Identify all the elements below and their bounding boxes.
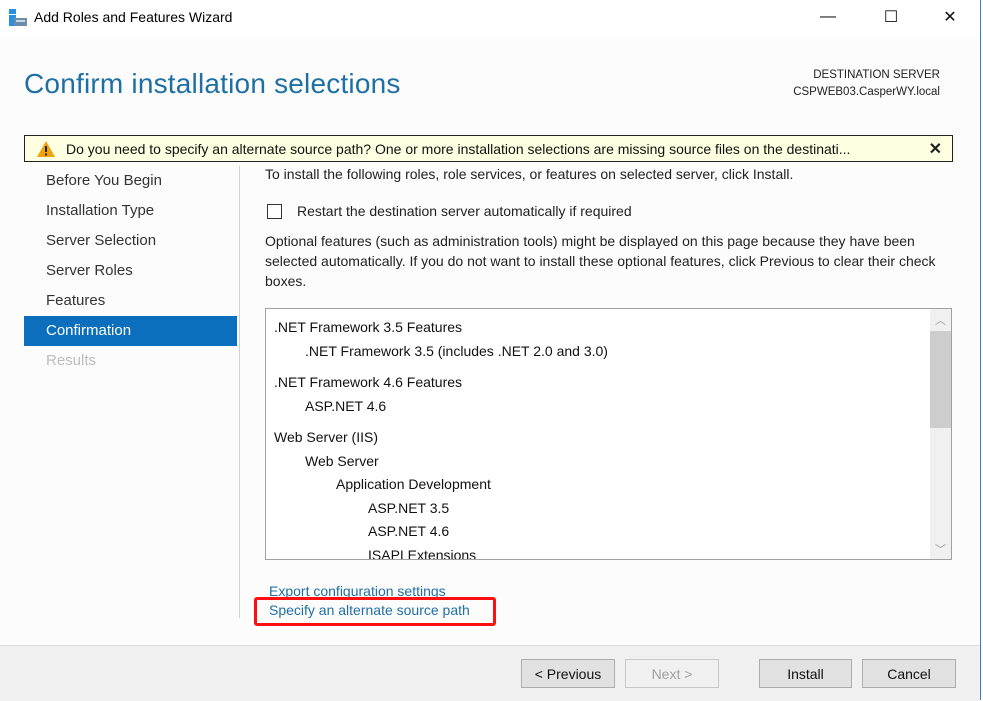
highlight-annotation	[254, 597, 496, 626]
restart-option[interactable]: Restart the destination server automatic…	[267, 203, 632, 219]
warning-text: Do you need to specify an alternate sour…	[66, 141, 851, 157]
restart-checkbox[interactable]	[267, 203, 282, 219]
list-item: .NET Framework 3.5 Features	[274, 319, 463, 335]
scroll-thumb[interactable]	[930, 331, 951, 428]
destination-label: DESTINATION SERVER	[813, 69, 940, 81]
nav-item-features[interactable]: Features	[24, 286, 237, 316]
cancel-button[interactable]: Cancel	[862, 659, 956, 688]
close-icon: ✕	[943, 9, 957, 26]
nav-item-server-selection[interactable]: Server Selection	[24, 226, 237, 256]
install-instructions: To install the following roles, role ser…	[265, 166, 794, 182]
chevron-down-icon: ﹀	[935, 543, 946, 556]
scroll-down-button[interactable]: ﹀	[930, 538, 951, 559]
minimize-icon: —	[820, 8, 836, 25]
next-button: Next >	[625, 659, 719, 688]
nav-item-server-roles[interactable]: Server Roles	[24, 256, 237, 286]
list-item: .NET Framework 4.6 Features	[274, 374, 463, 390]
list-item: ASP.NET 4.6	[368, 523, 450, 539]
install-button[interactable]: Install	[759, 659, 852, 688]
maximize-icon: ☐	[883, 9, 899, 26]
nav-item-confirmation[interactable]: Confirmation	[24, 316, 237, 346]
list-item: ASP.NET 3.5	[368, 499, 450, 516]
window-title: Add Roles and Features Wizard	[34, 9, 233, 25]
page-title: Confirm installation selections	[24, 68, 401, 99]
footer-bar: < Previous Next > Install Cancel	[0, 645, 980, 701]
selections-list: .NET Framework 3.5 Features .NET Framewo…	[265, 308, 952, 560]
dismiss-warning-icon[interactable]: ✕	[929, 139, 942, 159]
wizard-steps-nav: Before You Begin Installation Type Serve…	[24, 166, 237, 376]
nav-item-installation-type[interactable]: Installation Type	[24, 196, 237, 226]
list-item: Application Development	[336, 476, 491, 492]
minimize-button[interactable]: —	[805, 0, 851, 34]
nav-item-results: Results	[46, 352, 97, 369]
server-manager-icon	[8, 8, 28, 28]
destination-server-info: DESTINATION SERVER CSPWEB03.CasperWY.loc…	[793, 67, 940, 101]
list-item: .NET Framework 3.5 (includes .NET 2.0 an…	[305, 342, 608, 359]
wizard-window: Add Roles and Features Wizard — ☐ ✕ Conf…	[0, 0, 981, 701]
nav-divider	[239, 166, 240, 618]
nav-item-before-you-begin[interactable]: Before You Begin	[24, 166, 237, 196]
list-item: Web Server (IIS)	[274, 429, 378, 445]
restart-checkbox-label[interactable]: Restart the destination server automatic…	[297, 203, 632, 219]
destination-server-name: CSPWEB03.CasperWY.local	[793, 86, 940, 98]
warning-icon	[37, 141, 55, 157]
title-bar: Add Roles and Features Wizard — ☐ ✕	[0, 0, 980, 36]
list-scrollbar[interactable]: ︿ ﹀	[930, 309, 951, 559]
optional-features-note: Optional features (such as administratio…	[265, 233, 936, 289]
warning-banner: Do you need to specify an alternate sour…	[24, 135, 953, 162]
list-item: ISAPI Extensions	[368, 546, 477, 560]
previous-button[interactable]: < Previous	[521, 659, 615, 688]
chevron-up-icon: ︿	[935, 314, 946, 327]
close-window-button[interactable]: ✕	[927, 0, 973, 34]
list-item: ASP.NET 4.6	[305, 397, 387, 414]
list-item: Web Server	[305, 452, 379, 469]
scroll-up-button[interactable]: ︿	[930, 309, 951, 330]
maximize-button[interactable]: ☐	[868, 0, 914, 34]
